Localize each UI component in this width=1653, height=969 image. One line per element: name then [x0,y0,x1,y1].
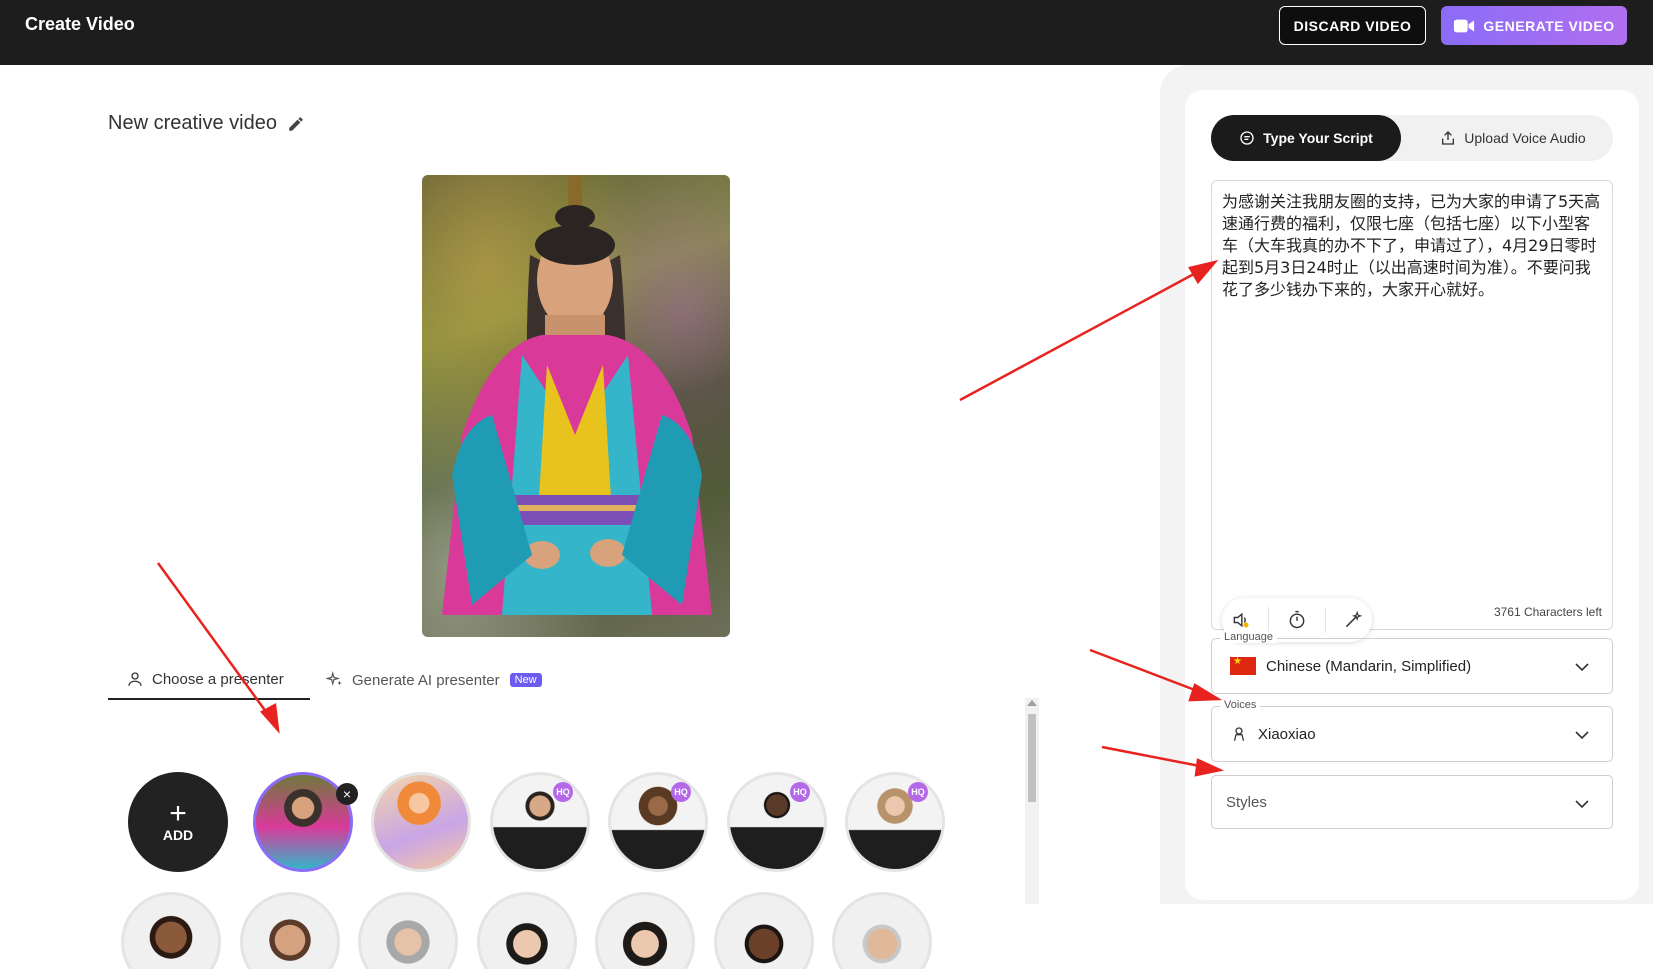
presenter-scrollbar[interactable] [1025,698,1039,904]
video-camera-icon [1454,19,1475,32]
script-text[interactable]: 为感谢关注我朋友圈的支持，已为大家的申请了5天高速通行费的福利，仅限七座（包括七… [1222,191,1602,301]
tab-type-your-script[interactable]: Type Your Script [1211,115,1401,161]
remove-presenter-button[interactable]: × [336,783,358,805]
presenter-avatar[interactable] [371,772,471,872]
page-title: Create Video [25,14,135,34]
hq-badge: HQ [553,782,573,802]
presenter-avatar[interactable] [845,772,945,872]
presenter-preview-image [422,175,730,637]
presenter-avatar[interactable] [727,772,827,872]
voice-value: Xiaoxiao [1258,725,1316,743]
voice-person-icon [1233,727,1245,741]
script-panel: Type Your Script Upload Voice Audio 为感谢关… [1185,90,1639,900]
top-bar: Create Video DISCARD VIDEO GENERATE VIDE… [0,0,1653,65]
generate-video-button[interactable]: GENERATE VIDEO [1441,6,1627,45]
presenter-tabs: Choose a presenter Generate AI presenter… [108,660,608,700]
discard-video-button[interactable]: DISCARD VIDEO [1279,6,1426,45]
chevron-down-icon[interactable] [1574,659,1590,675]
characters-left: 3761 Characters left [1493,605,1602,619]
add-label: ADD [162,827,194,843]
styles-select[interactable]: Styles [1211,775,1613,829]
speaker-icon[interactable] [1231,610,1251,630]
voices-select[interactable]: Voices Xiaoxiao [1211,699,1613,762]
language-value: Chinese (Mandarin, Simplified) [1266,657,1472,675]
china-flag-icon [1230,656,1256,675]
tab-choose-presenter[interactable]: Choose a presenter [108,660,310,700]
close-icon: × [342,786,352,802]
voices-label: Voices [1220,699,1261,711]
person-icon [128,672,142,686]
chat-bubble-icon [1240,131,1254,145]
new-badge: New [509,673,542,687]
upload-icon [1442,131,1455,145]
plus-icon: + [169,797,187,830]
magic-wand-icon[interactable] [1343,610,1363,630]
chevron-down-icon[interactable] [1574,727,1590,743]
tab-upload-voice-audio-label: Upload Voice Audio [1464,130,1586,146]
timer-icon[interactable] [1287,610,1307,630]
hq-badge: HQ [790,782,810,802]
tab-choose-presenter-label: Choose a presenter [152,670,284,688]
tab-type-your-script-label: Type Your Script [1263,130,1373,146]
script-mode-toggle: Type Your Script Upload Voice Audio [1211,115,1613,161]
video-title-text: New creative video [108,112,277,134]
tab-generate-ai-presenter[interactable]: Generate AI presenter New [326,660,542,700]
language-label: Language [1220,631,1277,643]
scrollbar-thumb[interactable] [1028,714,1036,802]
sparkle-icon [326,671,342,687]
tab-generate-ai-presenter-label: Generate AI presenter [352,671,500,689]
chevron-down-icon[interactable] [1574,796,1590,812]
presenter-avatar[interactable] [608,772,708,872]
add-presenter-button[interactable]: + ADD [128,772,228,872]
presenter-avatar[interactable] [490,772,590,872]
editor-area: New creative video Choose a presenter Ge… [0,65,1160,969]
hq-badge: HQ [908,782,928,802]
scroll-up-arrow-icon[interactable] [1027,700,1037,706]
hq-badge: HQ [671,782,691,802]
generate-video-label: GENERATE VIDEO [1483,17,1615,34]
script-textarea[interactable]: 为感谢关注我朋友圈的支持，已为大家的申请了5天高速通行费的福利，仅限七座（包括七… [1211,180,1613,642]
tab-upload-voice-audio[interactable]: Upload Voice Audio [1423,115,1603,161]
video-title[interactable]: New creative video [108,112,305,135]
presenter-grid: + ADD × HQ HQ HQ HQ [108,705,1028,969]
pencil-icon[interactable] [287,115,305,133]
language-select[interactable]: Language Chinese (Mandarin, Simplified) [1211,631,1613,694]
styles-placeholder: Styles [1226,794,1267,811]
